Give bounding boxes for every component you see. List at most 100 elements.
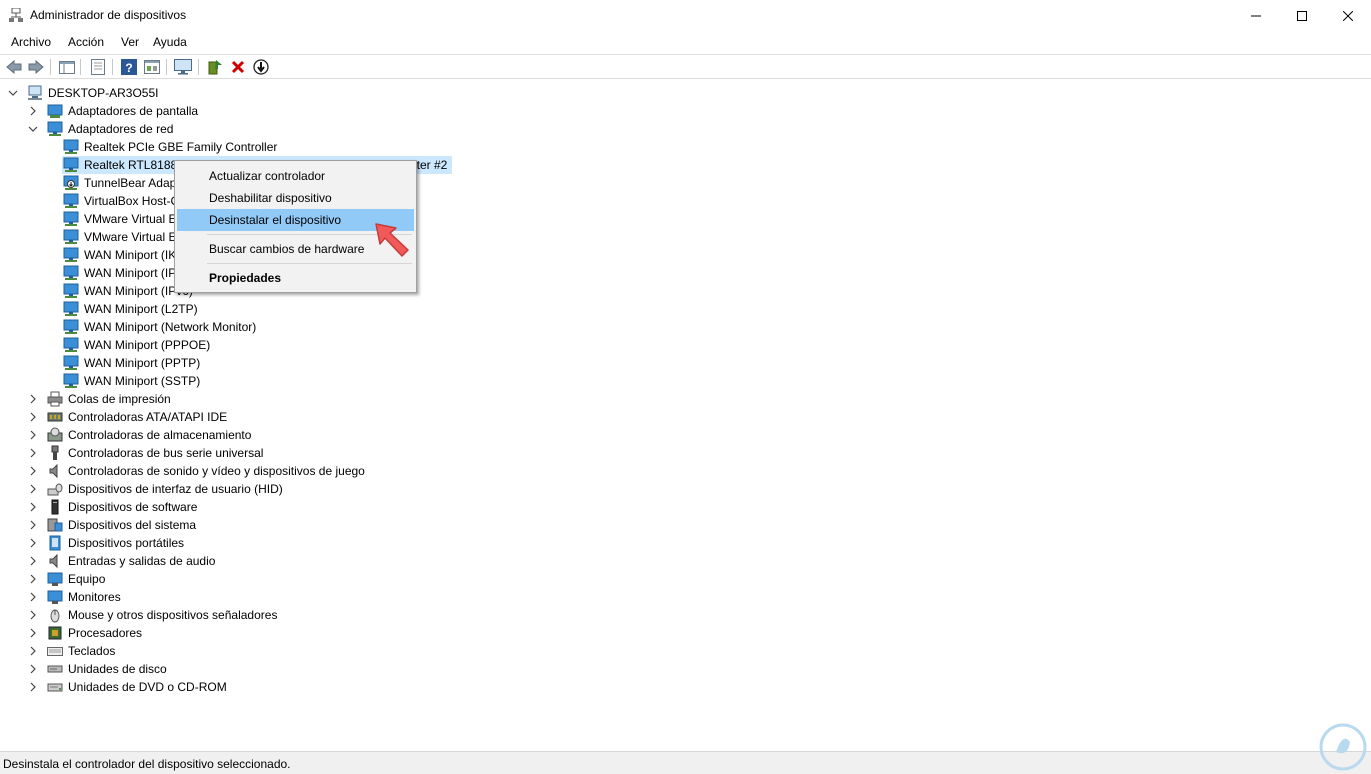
expand-chevron-icon[interactable]	[28, 394, 38, 404]
expand-chevron-icon[interactable]	[28, 556, 38, 566]
uninstall-button[interactable]	[229, 58, 247, 76]
category-system-devices[interactable]: Dispositivos del sistema	[28, 516, 198, 534]
device-item[interactable]: WAN Miniport (SSTP)	[63, 372, 202, 390]
back-button[interactable]	[5, 58, 23, 76]
help-button[interactable]: ?	[120, 58, 138, 76]
menu-update-driver[interactable]: Actualizar controlador	[177, 165, 414, 187]
properties-button[interactable]	[89, 58, 107, 76]
device-label: VMware Virtual E	[84, 212, 177, 226]
device-item[interactable]: WAN Miniport (PPTP)	[63, 354, 202, 372]
device-item[interactable]: WAN Miniport (L2TP)	[63, 300, 200, 318]
category-dvd-drives[interactable]: Unidades de DVD o CD-ROM	[28, 678, 229, 696]
category-portable-devices[interactable]: Dispositivos portátiles	[28, 534, 186, 552]
device-item[interactable]: VMware Virtual E	[63, 210, 178, 228]
category-print-queues[interactable]: Colas de impresión	[28, 390, 173, 408]
menu-ver[interactable]: Ver	[121, 35, 139, 49]
category-audio-io[interactable]: Entradas y salidas de audio	[28, 552, 217, 570]
close-icon	[1343, 10, 1353, 21]
forward-button[interactable]	[27, 58, 45, 76]
category-software-devices[interactable]: Dispositivos de software	[28, 498, 199, 516]
category-label: Controladoras de sonido y vídeo y dispos…	[68, 464, 365, 478]
device-item[interactable]: TunnelBear Adap	[63, 174, 178, 192]
menu-disable-device[interactable]: Deshabilitar dispositivo	[177, 187, 414, 209]
system-device-icon	[47, 518, 63, 532]
device-item[interactable]: WAN Miniport (IP	[63, 264, 178, 282]
category-label: Unidades de DVD o CD-ROM	[68, 680, 227, 694]
expand-chevron-icon[interactable]	[28, 574, 38, 584]
category-processors[interactable]: Procesadores	[28, 624, 144, 642]
expand-chevron-icon[interactable]	[28, 538, 38, 548]
device-label: WAN Miniport (PPTP)	[84, 356, 201, 370]
category-label: Controladoras de almacenamiento	[68, 428, 252, 442]
device-item[interactable]: WAN Miniport (Network Monitor)	[63, 318, 258, 336]
device-item[interactable]: VirtualBox Host-C	[63, 192, 181, 210]
maximize-icon	[1297, 10, 1307, 21]
category-storage-controllers[interactable]: Controladoras de almacenamiento	[28, 426, 253, 444]
category-label: Dispositivos del sistema	[68, 518, 197, 532]
expand-chevron-icon[interactable]	[28, 520, 38, 530]
device-item[interactable]: WAN Miniport (PPPOE)	[63, 336, 212, 354]
menu-ayuda[interactable]: Ayuda	[153, 35, 187, 49]
network-adapter-icon	[63, 337, 79, 352]
monitor-icon	[47, 590, 63, 604]
update-driver-button[interactable]	[206, 58, 224, 76]
properties-icon	[91, 59, 105, 75]
tree-root[interactable]: DESKTOP-AR3O55I	[8, 84, 160, 102]
expand-chevron-icon[interactable]	[28, 412, 38, 422]
scan-hardware-button[interactable]	[174, 58, 192, 76]
expand-chevron-icon[interactable]	[28, 484, 38, 494]
show-hide-tree-button[interactable]	[58, 58, 76, 76]
category-display-adapters[interactable]: Adaptadores de pantalla	[28, 102, 200, 120]
category-label: Adaptadores de pantalla	[68, 104, 199, 118]
expand-chevron-icon[interactable]	[28, 610, 38, 620]
menu-accion[interactable]: Acción	[68, 35, 104, 49]
expand-chevron-icon[interactable]	[28, 430, 38, 440]
category-computer[interactable]: Equipo	[28, 570, 107, 588]
category-label: Unidades de disco	[68, 662, 167, 676]
minimize-button[interactable]	[1233, 0, 1279, 31]
category-usb-controllers[interactable]: Controladoras de bus serie universal	[28, 444, 265, 462]
device-label: WAN Miniport (IP	[84, 266, 177, 280]
network-adapter-icon	[63, 283, 79, 298]
close-button[interactable]	[1325, 0, 1371, 31]
menu-bar: Archivo Acción Ver Ayuda	[0, 31, 1371, 53]
category-monitors[interactable]: Monitores	[28, 588, 123, 606]
expand-chevron-icon[interactable]	[28, 628, 38, 638]
disable-button[interactable]	[252, 58, 270, 76]
category-hid[interactable]: Dispositivos de interfaz de usuario (HID…	[28, 480, 285, 498]
category-ata-ide[interactable]: Controladoras ATA/ATAPI IDE	[28, 408, 229, 426]
category-sound-video[interactable]: Controladoras de sonido y vídeo y dispos…	[28, 462, 367, 480]
storage-controller-icon	[47, 427, 63, 442]
expand-chevron-icon[interactable]	[28, 448, 38, 458]
menu-archivo[interactable]: Archivo	[11, 35, 51, 49]
category-label: Equipo	[68, 572, 106, 586]
view-button[interactable]	[143, 58, 161, 76]
display-adapter-icon	[47, 104, 63, 118]
expand-chevron-icon[interactable]	[28, 502, 38, 512]
network-adapter-icon	[47, 121, 63, 136]
category-mouse[interactable]: Mouse y otros dispositivos señaladores	[28, 606, 279, 624]
collapse-chevron-icon[interactable]	[28, 124, 38, 134]
device-label: TunnelBear Adap	[84, 176, 177, 190]
category-network-adapters[interactable]: Adaptadores de red	[28, 120, 175, 138]
show-hide-tree-icon	[59, 61, 75, 74]
category-keyboards[interactable]: Teclados	[28, 642, 117, 660]
expand-chevron-icon[interactable]	[28, 106, 38, 116]
speaker-icon	[49, 553, 58, 569]
expand-chevron-icon[interactable]	[28, 592, 38, 602]
expand-chevron-icon[interactable]	[28, 646, 38, 656]
network-adapter-icon	[63, 175, 79, 190]
device-item[interactable]: VMware Virtual E	[63, 228, 178, 246]
expand-chevron-icon[interactable]	[28, 466, 38, 476]
category-disk-drives[interactable]: Unidades de disco	[28, 660, 169, 678]
expand-chevron-icon[interactable]	[28, 664, 38, 674]
device-item[interactable]: Realtek PCIe GBE Family Controller	[63, 138, 279, 156]
device-item[interactable]: WAN Miniport (IK	[63, 246, 178, 264]
expand-chevron-icon[interactable]	[28, 682, 38, 692]
collapse-chevron-icon[interactable]	[8, 88, 18, 98]
usb-icon	[51, 445, 59, 460]
menu-properties[interactable]: Propiedades	[177, 267, 414, 289]
device-label: WAN Miniport (IK	[84, 248, 177, 262]
processor-icon	[48, 626, 62, 640]
maximize-button[interactable]	[1279, 0, 1325, 31]
